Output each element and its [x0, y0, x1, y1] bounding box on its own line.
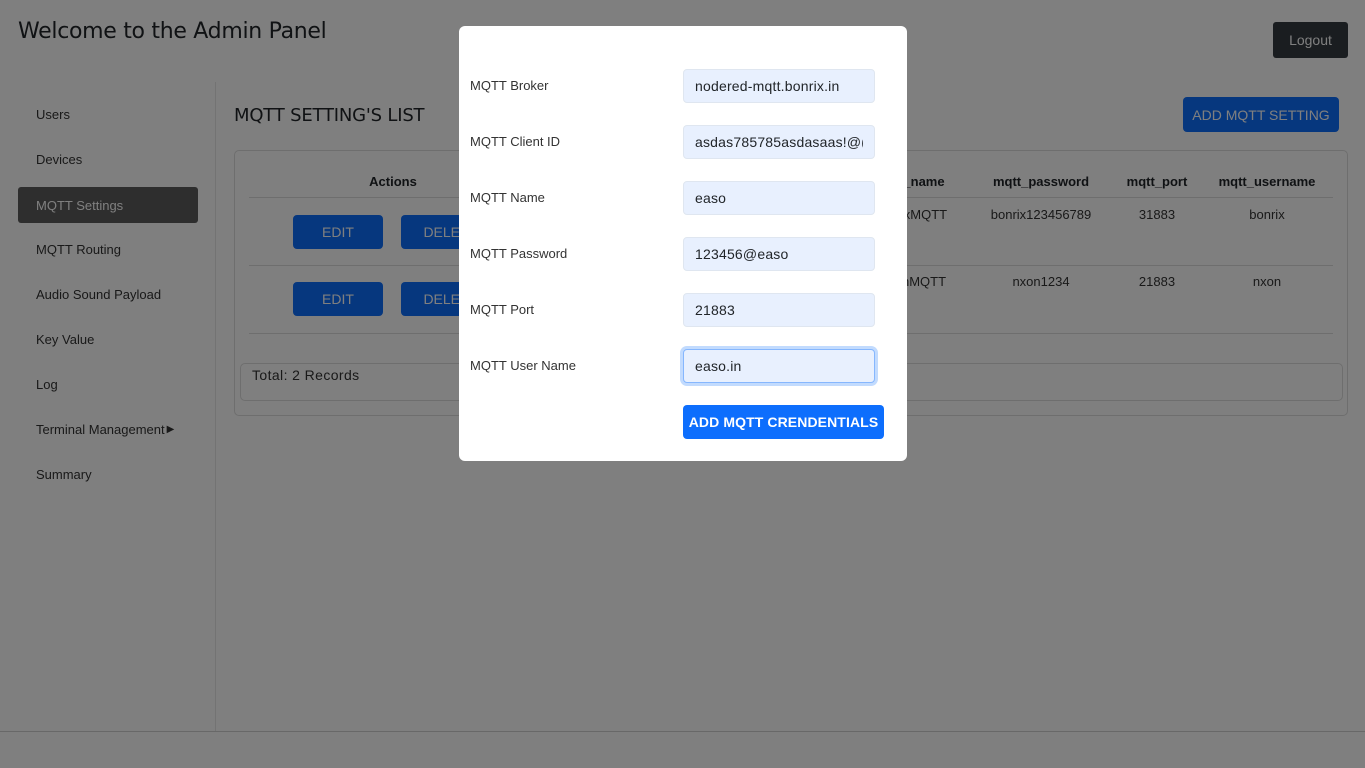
- mqtt-client-id-label: MQTT Client ID: [470, 134, 561, 149]
- mqtt-broker-label: MQTT Broker: [470, 78, 549, 93]
- add-mqtt-modal: MQTT Broker MQTT Client ID MQTT Name MQT…: [459, 26, 907, 461]
- mqtt-username-label: MQTT User Name: [470, 358, 576, 373]
- mqtt-port-input[interactable]: [683, 293, 875, 327]
- add-mqtt-credentials-button[interactable]: ADD MQTT CRENDENTIALS: [683, 405, 884, 439]
- mqtt-username-input[interactable]: [683, 349, 875, 383]
- mqtt-client-id-input[interactable]: [683, 125, 875, 159]
- mqtt-broker-input[interactable]: [683, 69, 875, 103]
- mqtt-password-label: MQTT Password: [470, 246, 568, 261]
- mqtt-name-label: MQTT Name: [470, 190, 545, 205]
- mqtt-name-input[interactable]: [683, 181, 875, 215]
- mqtt-password-input[interactable]: [683, 237, 875, 271]
- mqtt-port-label: MQTT Port: [470, 302, 535, 317]
